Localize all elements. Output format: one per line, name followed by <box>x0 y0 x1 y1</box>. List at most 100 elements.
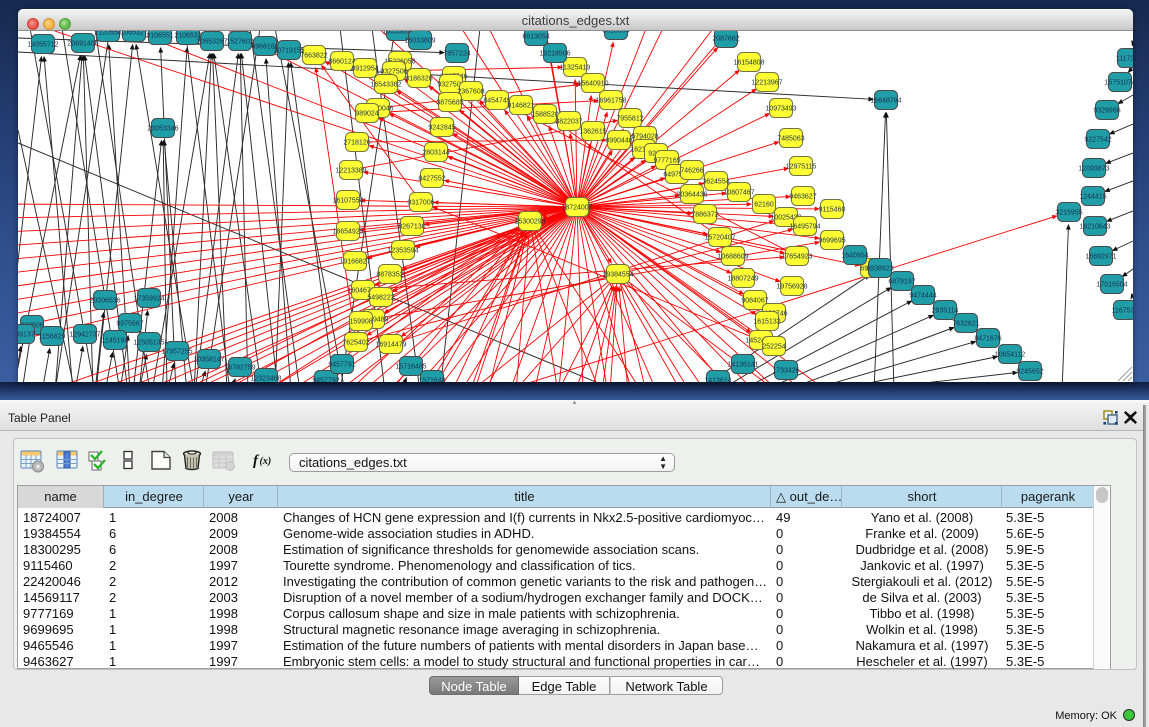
svg-text:2718126: 2718126 <box>343 140 370 147</box>
svg-text:9699695: 9699695 <box>818 238 845 245</box>
svg-text:9146821: 9146821 <box>507 103 534 110</box>
svg-text:1065327: 1065327 <box>120 31 147 37</box>
svg-text:9463627: 9463627 <box>789 194 816 201</box>
svg-text:9242845: 9242845 <box>428 125 455 132</box>
svg-text:17359924: 17359924 <box>133 296 164 303</box>
svg-text:17654923: 17654923 <box>781 254 812 261</box>
svg-text:10654112: 10654112 <box>995 352 1026 359</box>
svg-text:7886372: 7886372 <box>691 212 718 219</box>
svg-text:7485063: 7485063 <box>777 136 804 143</box>
svg-text:12975115: 12975115 <box>786 164 817 171</box>
svg-text:1244415: 1244415 <box>1079 194 1106 201</box>
svg-text:746266: 746266 <box>680 168 703 175</box>
svg-text:16648784: 16648784 <box>870 98 901 105</box>
svg-text:16782759: 16782759 <box>224 365 255 372</box>
svg-text:16495794: 16495794 <box>789 224 820 231</box>
svg-text:(x): (x) <box>260 456 272 467</box>
svg-text:1527602: 1527602 <box>226 39 253 46</box>
svg-text:12942737: 12942737 <box>69 332 100 339</box>
svg-text:8186328: 8186328 <box>405 76 432 83</box>
svg-text:16033809: 16033809 <box>404 38 435 45</box>
svg-text:9457792: 9457792 <box>312 378 339 383</box>
svg-text:10807467: 10807467 <box>723 190 754 197</box>
svg-text:5498222: 5498222 <box>367 295 394 302</box>
svg-text:8912954: 8912954 <box>351 66 378 73</box>
svg-text:1145194: 1145194 <box>102 338 129 345</box>
svg-text:15716485: 15716485 <box>395 364 426 371</box>
svg-text:16961758: 16961758 <box>595 98 626 105</box>
svg-text:6879197: 6879197 <box>888 279 915 286</box>
svg-text:7625402: 7625402 <box>342 340 369 347</box>
svg-text:2120558: 2120558 <box>94 31 121 37</box>
svg-text:16154808: 16154808 <box>733 60 764 67</box>
svg-text:15640910: 15640910 <box>577 81 608 88</box>
svg-text:20053346: 20053346 <box>147 126 178 133</box>
svg-text:12213389: 12213389 <box>335 168 366 175</box>
svg-text:12323468: 12323468 <box>250 376 281 383</box>
svg-text:8660124: 8660124 <box>328 59 355 66</box>
svg-text:17016504: 17016504 <box>1096 282 1127 289</box>
svg-text:1167533: 1167533 <box>1112 308 1133 315</box>
svg-text:62160: 62160 <box>754 202 774 209</box>
svg-text:9115460: 9115460 <box>819 207 846 214</box>
svg-text:18654925: 18654925 <box>332 229 363 236</box>
svg-text:7632621: 7632621 <box>952 321 979 328</box>
svg-text:3822037: 3822037 <box>555 119 582 126</box>
svg-text:14136141: 14136141 <box>727 362 758 369</box>
svg-text:1571648: 1571648 <box>418 378 445 383</box>
svg-text:7955812: 7955812 <box>616 116 643 123</box>
svg-text:9317006: 9317006 <box>407 200 434 207</box>
svg-text:9227542: 9227542 <box>1084 137 1111 144</box>
svg-text:9245652: 9245652 <box>1016 369 1043 376</box>
svg-text:12505135: 12505135 <box>133 340 164 347</box>
svg-text:1156829: 1156829 <box>39 334 66 341</box>
svg-text:2803144: 2803144 <box>422 150 449 157</box>
svg-text:3215955: 3215955 <box>1055 210 1082 217</box>
svg-text:2087682: 2087682 <box>712 36 739 43</box>
svg-text:8990448: 8990448 <box>605 138 632 145</box>
svg-text:989024: 989024 <box>355 111 378 118</box>
svg-text:20691406: 20691406 <box>67 41 98 48</box>
svg-text:9084067: 9084067 <box>741 298 768 305</box>
svg-text:16543382: 16543382 <box>370 82 401 89</box>
svg-text:439137: 439137 <box>18 332 35 339</box>
svg-text:19384554: 19384554 <box>602 272 633 279</box>
svg-text:18724007: 18724007 <box>561 205 592 212</box>
svg-text:17957255: 17957255 <box>161 349 192 356</box>
svg-text:1117304: 1117304 <box>1116 56 1133 63</box>
svg-text:1733426: 1733426 <box>772 368 799 375</box>
svg-text:11325419: 11325419 <box>560 65 591 72</box>
svg-text:15720407: 15720407 <box>704 235 735 242</box>
svg-text:12353594: 12353594 <box>387 248 418 255</box>
svg-text:16210643: 16210643 <box>1079 224 1110 231</box>
svg-text:10958147: 10958147 <box>193 357 224 364</box>
svg-text:18807249: 18807249 <box>727 276 758 283</box>
svg-text:19756928: 19756928 <box>776 284 807 291</box>
svg-text:19166827: 19166827 <box>339 259 370 266</box>
svg-text:9975667: 9975667 <box>116 321 143 328</box>
svg-text:8427552: 8427552 <box>418 176 445 183</box>
svg-text:3875685: 3875685 <box>436 100 463 107</box>
svg-text:16914479: 16914479 <box>375 342 406 349</box>
svg-text:6938923: 6938923 <box>866 266 893 273</box>
svg-text:2935114: 2935114 <box>932 308 959 315</box>
svg-text:7857224: 7857224 <box>443 51 470 58</box>
svg-text:1640954: 1640954 <box>841 253 868 260</box>
svg-text:14055712: 14055712 <box>27 42 58 49</box>
svg-text:12213967: 12213967 <box>751 80 782 87</box>
svg-text:9777169: 9777169 <box>653 158 680 165</box>
svg-text:8878352: 8878352 <box>376 272 403 279</box>
svg-text:10719155: 10719155 <box>273 48 304 55</box>
svg-text:3624554: 3624554 <box>702 179 729 186</box>
svg-text:10653267: 10653267 <box>196 39 227 46</box>
svg-text:1615132: 1615132 <box>753 319 780 326</box>
svg-text:1588520: 1588520 <box>531 112 558 119</box>
svg-text:1413614: 1413614 <box>704 378 731 383</box>
svg-text:159908: 159908 <box>349 319 372 326</box>
svg-text:20206536: 20206536 <box>89 298 120 305</box>
svg-text:15692971: 15692971 <box>1085 254 1116 261</box>
svg-text:8813054: 8813054 <box>522 34 549 41</box>
svg-text:15751074: 15751074 <box>1104 80 1133 87</box>
svg-text:16107554: 16107554 <box>332 198 363 205</box>
svg-text:1362615: 1362615 <box>579 129 606 136</box>
